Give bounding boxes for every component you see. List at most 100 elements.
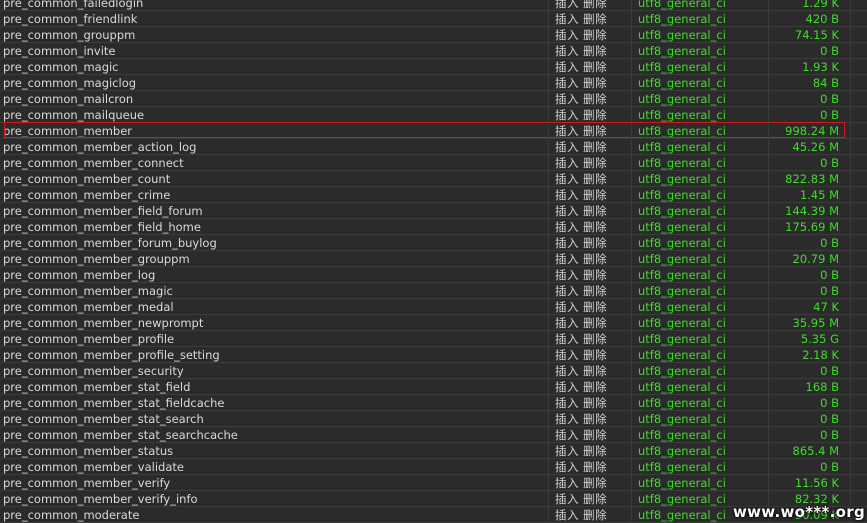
table-name-cell[interactable]: pre_common_magic <box>3 59 548 74</box>
table-name-cell[interactable]: pre_common_mailqueue <box>3 107 548 122</box>
row-actions-cell[interactable]: 插入 删除 <box>555 299 631 314</box>
row-actions-cell[interactable]: 插入 删除 <box>555 411 631 426</box>
row-actions-cell[interactable]: 插入 删除 <box>555 347 631 362</box>
table-name-cell[interactable]: pre_common_member <box>3 123 548 138</box>
size-cell: 168 B <box>805 380 840 394</box>
row-actions-cell[interactable]: 插入 删除 <box>555 315 631 330</box>
table-row[interactable]: pre_common_friendlink 插入 删除 utf8_general… <box>0 11 867 27</box>
table-name-cell[interactable]: pre_common_member_field_forum <box>3 203 548 218</box>
table-row[interactable]: pre_common_member_stat_searchcache 插入 删除… <box>0 427 867 443</box>
table-row[interactable]: pre_common_member_stat_fieldcache 插入 删除 … <box>0 395 867 411</box>
row-actions-cell[interactable]: 插入 删除 <box>555 507 631 522</box>
table-name-cell[interactable]: pre_common_member_grouppm <box>3 251 548 266</box>
row-actions-cell[interactable]: 插入 删除 <box>555 27 631 42</box>
table-row[interactable]: pre_common_member_profile_setting 插入 删除 … <box>0 347 867 363</box>
table-row[interactable]: pre_common_member_stat_field 插入 删除 utf8_… <box>0 379 867 395</box>
table-row[interactable]: pre_common_grouppm 插入 删除 utf8_general_ci… <box>0 27 867 43</box>
table-name-cell[interactable]: pre_common_member_log <box>3 267 548 282</box>
row-actions-cell[interactable]: 插入 删除 <box>555 427 631 442</box>
table-row[interactable]: pre_common_member_validate 插入 删除 utf8_ge… <box>0 459 867 475</box>
table-row[interactable]: pre_common_member_action_log 插入 删除 utf8_… <box>0 139 867 155</box>
table-name-cell[interactable]: pre_common_member_status <box>3 443 548 458</box>
table-name-cell[interactable]: pre_common_member_action_log <box>3 139 548 154</box>
table-name-cell[interactable]: pre_common_member_connect <box>3 155 548 170</box>
table-name-cell[interactable]: pre_common_member_verify <box>3 475 548 490</box>
row-actions-cell[interactable]: 插入 删除 <box>555 43 631 58</box>
table-name-cell[interactable]: pre_common_grouppm <box>3 27 548 42</box>
row-actions-cell[interactable]: 插入 删除 <box>555 187 631 202</box>
row-actions-cell[interactable]: 插入 删除 <box>555 251 631 266</box>
row-actions-cell[interactable]: 插入 删除 <box>555 123 631 138</box>
table-row[interactable]: pre_common_mailcron 插入 删除 utf8_general_c… <box>0 91 867 107</box>
table-row[interactable]: pre_common_member_verify 插入 删除 utf8_gene… <box>0 475 867 491</box>
table-row-selected[interactable]: pre_common_member 插入 删除 utf8_general_ci … <box>0 122 867 139</box>
table-row[interactable]: pre_common_member_security 插入 删除 utf8_ge… <box>0 363 867 379</box>
table-name-cell[interactable]: pre_common_member_magic <box>3 283 548 298</box>
collation-cell: utf8_general_ci <box>638 364 726 378</box>
row-actions-cell[interactable]: 插入 删除 <box>555 395 631 410</box>
row-actions-cell[interactable]: 插入 删除 <box>555 59 631 74</box>
row-actions-cell[interactable]: 插入 删除 <box>555 283 631 298</box>
row-actions-cell[interactable]: 插入 删除 <box>555 459 631 474</box>
table-row[interactable]: pre_common_member_grouppm 插入 删除 utf8_gen… <box>0 251 867 267</box>
table-row[interactable]: pre_common_failedlogin 插入 删除 utf8_genera… <box>0 0 867 11</box>
table-name-cell[interactable]: pre_common_member_stat_searchcache <box>3 427 548 442</box>
row-actions-cell[interactable]: 插入 删除 <box>555 331 631 346</box>
table-name-cell[interactable]: pre_common_magiclog <box>3 75 548 90</box>
row-actions-cell[interactable]: 插入 删除 <box>555 91 631 106</box>
table-row[interactable]: pre_common_member_magic 插入 删除 utf8_gener… <box>0 283 867 299</box>
row-actions-cell[interactable]: 插入 删除 <box>555 203 631 218</box>
table-row[interactable]: pre_common_member_count 插入 删除 utf8_gener… <box>0 171 867 187</box>
table-name-cell[interactable]: pre_common_member_field_home <box>3 219 548 234</box>
table-row[interactable]: pre_common_member_log 插入 删除 utf8_general… <box>0 267 867 283</box>
table-viewport: pre_common_failedlogin 插入 删除 utf8_genera… <box>0 0 867 523</box>
table-name-cell[interactable]: pre_common_member_medal <box>3 299 548 314</box>
table-name-cell[interactable]: pre_common_member_profile_setting <box>3 347 548 362</box>
table-name-cell[interactable]: pre_common_member_newprompt <box>3 315 548 330</box>
table-row[interactable]: pre_common_member_medal 插入 删除 utf8_gener… <box>0 299 867 315</box>
table-name-cell[interactable]: pre_common_friendlink <box>3 11 548 26</box>
row-actions-cell[interactable]: 插入 删除 <box>555 0 631 10</box>
table-name-cell[interactable]: pre_common_mailcron <box>3 91 548 106</box>
table-row[interactable]: pre_common_member_field_home 插入 删除 utf8_… <box>0 219 867 235</box>
table-row[interactable]: pre_common_member_crime 插入 删除 utf8_gener… <box>0 187 867 203</box>
table-name-cell[interactable]: pre_common_invite <box>3 43 548 58</box>
row-actions-cell[interactable]: 插入 删除 <box>555 443 631 458</box>
table-name-cell[interactable]: pre_common_failedlogin <box>3 0 548 10</box>
row-actions-cell[interactable]: 插入 删除 <box>555 75 631 90</box>
table-row[interactable]: pre_common_member_forum_buylog 插入 删除 utf… <box>0 235 867 251</box>
table-row[interactable]: pre_common_member_newprompt 插入 删除 utf8_g… <box>0 315 867 331</box>
row-actions-cell[interactable]: 插入 删除 <box>555 475 631 490</box>
row-actions-cell[interactable]: 插入 删除 <box>555 155 631 170</box>
table-row[interactable]: pre_common_member_field_forum 插入 删除 utf8… <box>0 203 867 219</box>
row-actions-cell[interactable]: 插入 删除 <box>555 219 631 234</box>
table-name-cell[interactable]: pre_common_member_stat_fieldcache <box>3 395 548 410</box>
table-row[interactable]: pre_common_member_connect 插入 删除 utf8_gen… <box>0 155 867 171</box>
table-row[interactable]: pre_common_member_status 插入 删除 utf8_gene… <box>0 443 867 459</box>
table-row[interactable]: pre_common_member_profile 插入 删除 utf8_gen… <box>0 331 867 347</box>
table-row[interactable]: pre_common_magic 插入 删除 utf8_general_ci 1… <box>0 59 867 75</box>
table-row[interactable]: pre_common_magiclog 插入 删除 utf8_general_c… <box>0 75 867 91</box>
table-name-cell[interactable]: pre_common_member_validate <box>3 459 548 474</box>
table-name-cell[interactable]: pre_common_member_count <box>3 171 548 186</box>
row-actions-cell[interactable]: 插入 删除 <box>555 491 631 506</box>
table-row[interactable]: pre_common_member_stat_search 插入 删除 utf8… <box>0 411 867 427</box>
table-row[interactable]: pre_common_invite 插入 删除 utf8_general_ci … <box>0 43 867 59</box>
row-actions-cell[interactable]: 插入 删除 <box>555 107 631 122</box>
row-actions-cell[interactable]: 插入 删除 <box>555 267 631 282</box>
table-row[interactable]: pre_common_mailqueue 插入 删除 utf8_general_… <box>0 107 867 123</box>
row-actions-cell[interactable]: 插入 删除 <box>555 171 631 186</box>
table-name-cell[interactable]: pre_common_member_forum_buylog <box>3 235 548 250</box>
table-name-cell[interactable]: pre_common_member_profile <box>3 331 548 346</box>
table-name-cell[interactable]: pre_common_member_stat_search <box>3 411 548 426</box>
table-name-cell[interactable]: pre_common_member_stat_field <box>3 379 548 394</box>
row-actions-cell[interactable]: 插入 删除 <box>555 11 631 26</box>
row-actions-cell[interactable]: 插入 删除 <box>555 363 631 378</box>
row-actions-cell[interactable]: 插入 删除 <box>555 139 631 154</box>
row-actions-cell[interactable]: 插入 删除 <box>555 235 631 250</box>
table-name-cell[interactable]: pre_common_member_security <box>3 363 548 378</box>
row-actions-cell[interactable]: 插入 删除 <box>555 379 631 394</box>
table-name-cell[interactable]: pre_common_member_crime <box>3 187 548 202</box>
table-name-cell[interactable]: pre_common_member_verify_info <box>3 491 548 506</box>
table-name-cell[interactable]: pre_common_moderate <box>3 507 548 522</box>
